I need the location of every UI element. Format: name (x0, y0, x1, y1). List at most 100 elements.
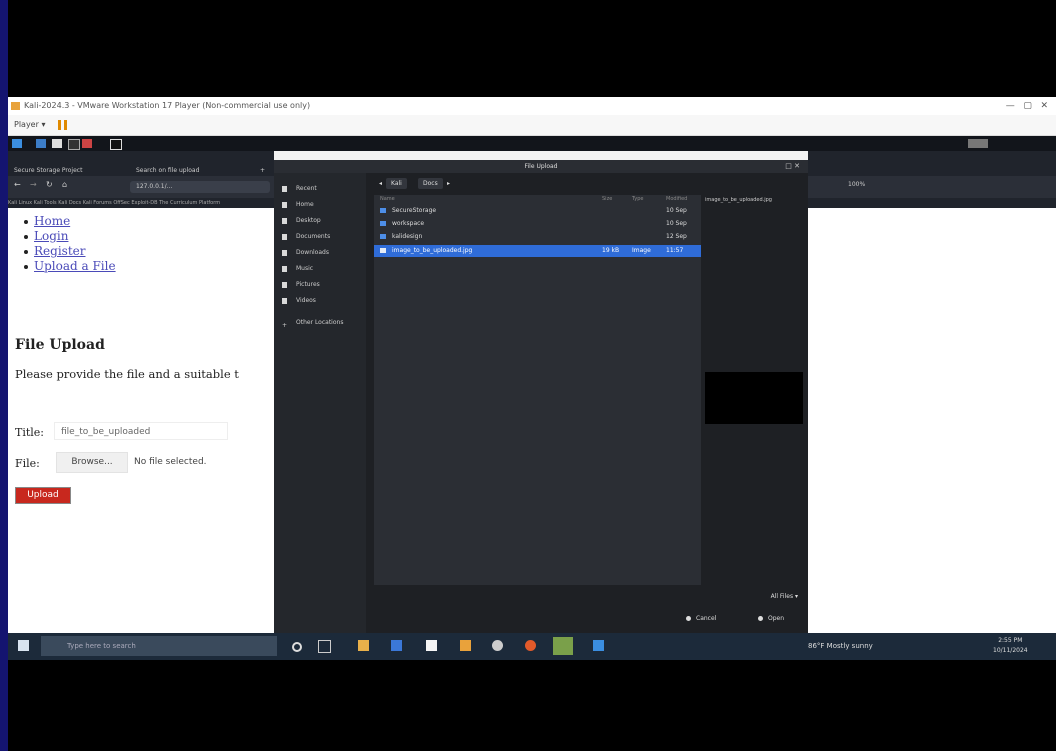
clock-date: 10/11/2024 (993, 647, 1028, 654)
open-button[interactable]: Open (758, 615, 784, 622)
windows-taskbar: Type here to search 86°F Mostly sunny 2:… (8, 633, 1056, 660)
vmware-title: Kali-2024.3 - VMware Workstation 17 Play… (24, 101, 311, 110)
new-tab-icon[interactable]: + (260, 166, 270, 176)
system-clock[interactable]: 2:55 PM 10/11/2024 (993, 636, 1028, 656)
firefox-nav-bar: ← → ↻ ⌂ 127.0.0.1/... (8, 176, 274, 198)
pause-icon-bar (64, 120, 67, 130)
taskbar-search[interactable]: Type here to search (41, 636, 277, 656)
place-documents[interactable]: Documents (282, 231, 330, 243)
column-modified[interactable]: Modified (666, 196, 687, 202)
bookmarks-bar[interactable]: Kali Linux Kali Tools Kali Docs Kali For… (8, 198, 274, 208)
desktop-icon (282, 217, 287, 224)
path-segment-kali[interactable]: Kali (386, 178, 407, 189)
file-row[interactable]: SecureStorage 10 Sep (374, 205, 701, 217)
place-desktop[interactable]: Desktop (282, 215, 321, 227)
kali-top-panel (8, 136, 1056, 151)
upload-button[interactable]: Upload (15, 487, 71, 504)
nav-link-login[interactable]: Login (34, 229, 68, 243)
url-bar[interactable]: 127.0.0.1/... (130, 181, 270, 193)
file-row[interactable]: kalidesign 12 Sep (374, 231, 701, 243)
web-page-right (808, 208, 1056, 633)
home-folder-icon (282, 201, 287, 208)
browse-button[interactable]: Browse... (56, 452, 128, 473)
file-type-filter[interactable]: All Files ▾ (771, 593, 798, 600)
place-music[interactable]: Music (282, 263, 313, 275)
download-icon (282, 249, 287, 256)
web-page: Home Login Register Upload a File File U… (8, 208, 274, 633)
task-view-icon[interactable] (318, 640, 331, 653)
vmware-toolbar: Player ▾ (8, 115, 1056, 136)
nav-link-upload[interactable]: Upload a File (34, 259, 116, 273)
word-icon[interactable] (391, 640, 402, 651)
weather-widget[interactable]: 86°F Mostly sunny (808, 633, 873, 660)
vmware-title-bar: Kali-2024.3 - VMware Workstation 17 Play… (8, 97, 1056, 115)
title-input[interactable]: file_to_be_uploaded (54, 422, 228, 440)
nav-item-upload[interactable]: Upload a File (24, 259, 116, 274)
column-size[interactable]: Size (602, 196, 612, 202)
file-row[interactable]: workspace 10 Sep (374, 218, 701, 230)
firefox-nav-right: 100% (808, 176, 1056, 198)
place-other-locations[interactable]: + Other Locations (282, 317, 343, 329)
tab-secure-storage[interactable]: Secure Storage Project (14, 166, 124, 176)
kali-menu-icon[interactable] (12, 139, 22, 148)
workspace-2-icon[interactable] (110, 139, 122, 150)
place-videos[interactable]: Videos (282, 295, 316, 307)
folder-icon (380, 208, 386, 213)
nav-link-home[interactable]: Home (34, 214, 70, 228)
firefox-toolbar-right: 100% (808, 151, 1056, 208)
workspace-1-icon[interactable] (68, 139, 80, 150)
player-menu[interactable]: Player ▾ (14, 115, 45, 135)
firefox-tab-strip: Secure Storage Project Search on file up… (8, 151, 274, 176)
vmware-logo-icon (11, 102, 20, 110)
image-file-icon (380, 248, 386, 253)
reload-icon[interactable]: ↻ (46, 180, 53, 189)
zoom-level[interactable]: 100% (848, 181, 865, 188)
place-downloads[interactable]: Downloads (282, 247, 329, 259)
path-segment-docs[interactable]: Docs (418, 178, 443, 189)
app-icon[interactable] (593, 640, 604, 651)
window-controls[interactable]: — ▢ ✕ (1006, 97, 1048, 115)
column-type[interactable]: Type (632, 196, 643, 202)
vmware-taskbar-icon[interactable] (553, 637, 573, 655)
preview-pane: image_to_be_uploaded.jpg (701, 195, 808, 585)
forward-icon[interactable]: → (30, 180, 37, 189)
videos-icon (282, 297, 287, 304)
column-name[interactable]: Name (380, 196, 395, 202)
tab-search[interactable]: Search on file upload (136, 166, 254, 176)
cancel-button[interactable]: Cancel (686, 615, 716, 622)
no-file-text: No file selected. (134, 457, 207, 467)
files-icon[interactable] (52, 139, 62, 148)
notepad-icon[interactable] (426, 640, 437, 651)
place-pictures[interactable]: Pictures (282, 279, 320, 291)
page-heading: File Upload (15, 337, 105, 353)
nav-item-home[interactable]: Home (24, 214, 116, 229)
windows-start-icon[interactable] (18, 640, 29, 651)
folder-app-icon[interactable] (460, 640, 471, 651)
home-icon[interactable]: ⌂ (62, 180, 67, 189)
back-icon[interactable]: ← (14, 180, 21, 189)
forward-arrow-icon[interactable]: ▸ (442, 178, 455, 189)
music-icon (282, 265, 287, 272)
clock-time: 2:55 PM (998, 637, 1023, 644)
chrome-icon[interactable] (492, 640, 503, 651)
terminal-icon[interactable] (36, 139, 46, 148)
nav-item-register[interactable]: Register (24, 244, 116, 259)
browser-icon[interactable] (82, 139, 92, 148)
nav-link-register[interactable]: Register (34, 244, 85, 258)
place-recent[interactable]: Recent (282, 183, 317, 195)
cortana-icon[interactable] (292, 642, 302, 652)
close-icon[interactable]: □ ✕ (785, 160, 800, 173)
file-explorer-icon[interactable] (358, 640, 369, 651)
folder-icon (380, 234, 386, 239)
pause-icon[interactable] (58, 120, 61, 130)
image-preview (705, 372, 803, 424)
preview-filename: image_to_be_uploaded.jpg (705, 197, 772, 203)
places-sidebar: Recent Home Desktop Documents Downloads … (274, 173, 366, 633)
site-nav: Home Login Register Upload a File (24, 214, 116, 274)
firefox-icon[interactable] (525, 640, 536, 651)
documents-icon (282, 233, 287, 240)
file-row-selected[interactable]: image_to_be_uploaded.jpg 19 kB Image 11:… (374, 245, 701, 257)
dialog-header: File Upload □ ✕ (274, 160, 808, 173)
nav-item-login[interactable]: Login (24, 229, 116, 244)
place-home[interactable]: Home (282, 199, 314, 211)
